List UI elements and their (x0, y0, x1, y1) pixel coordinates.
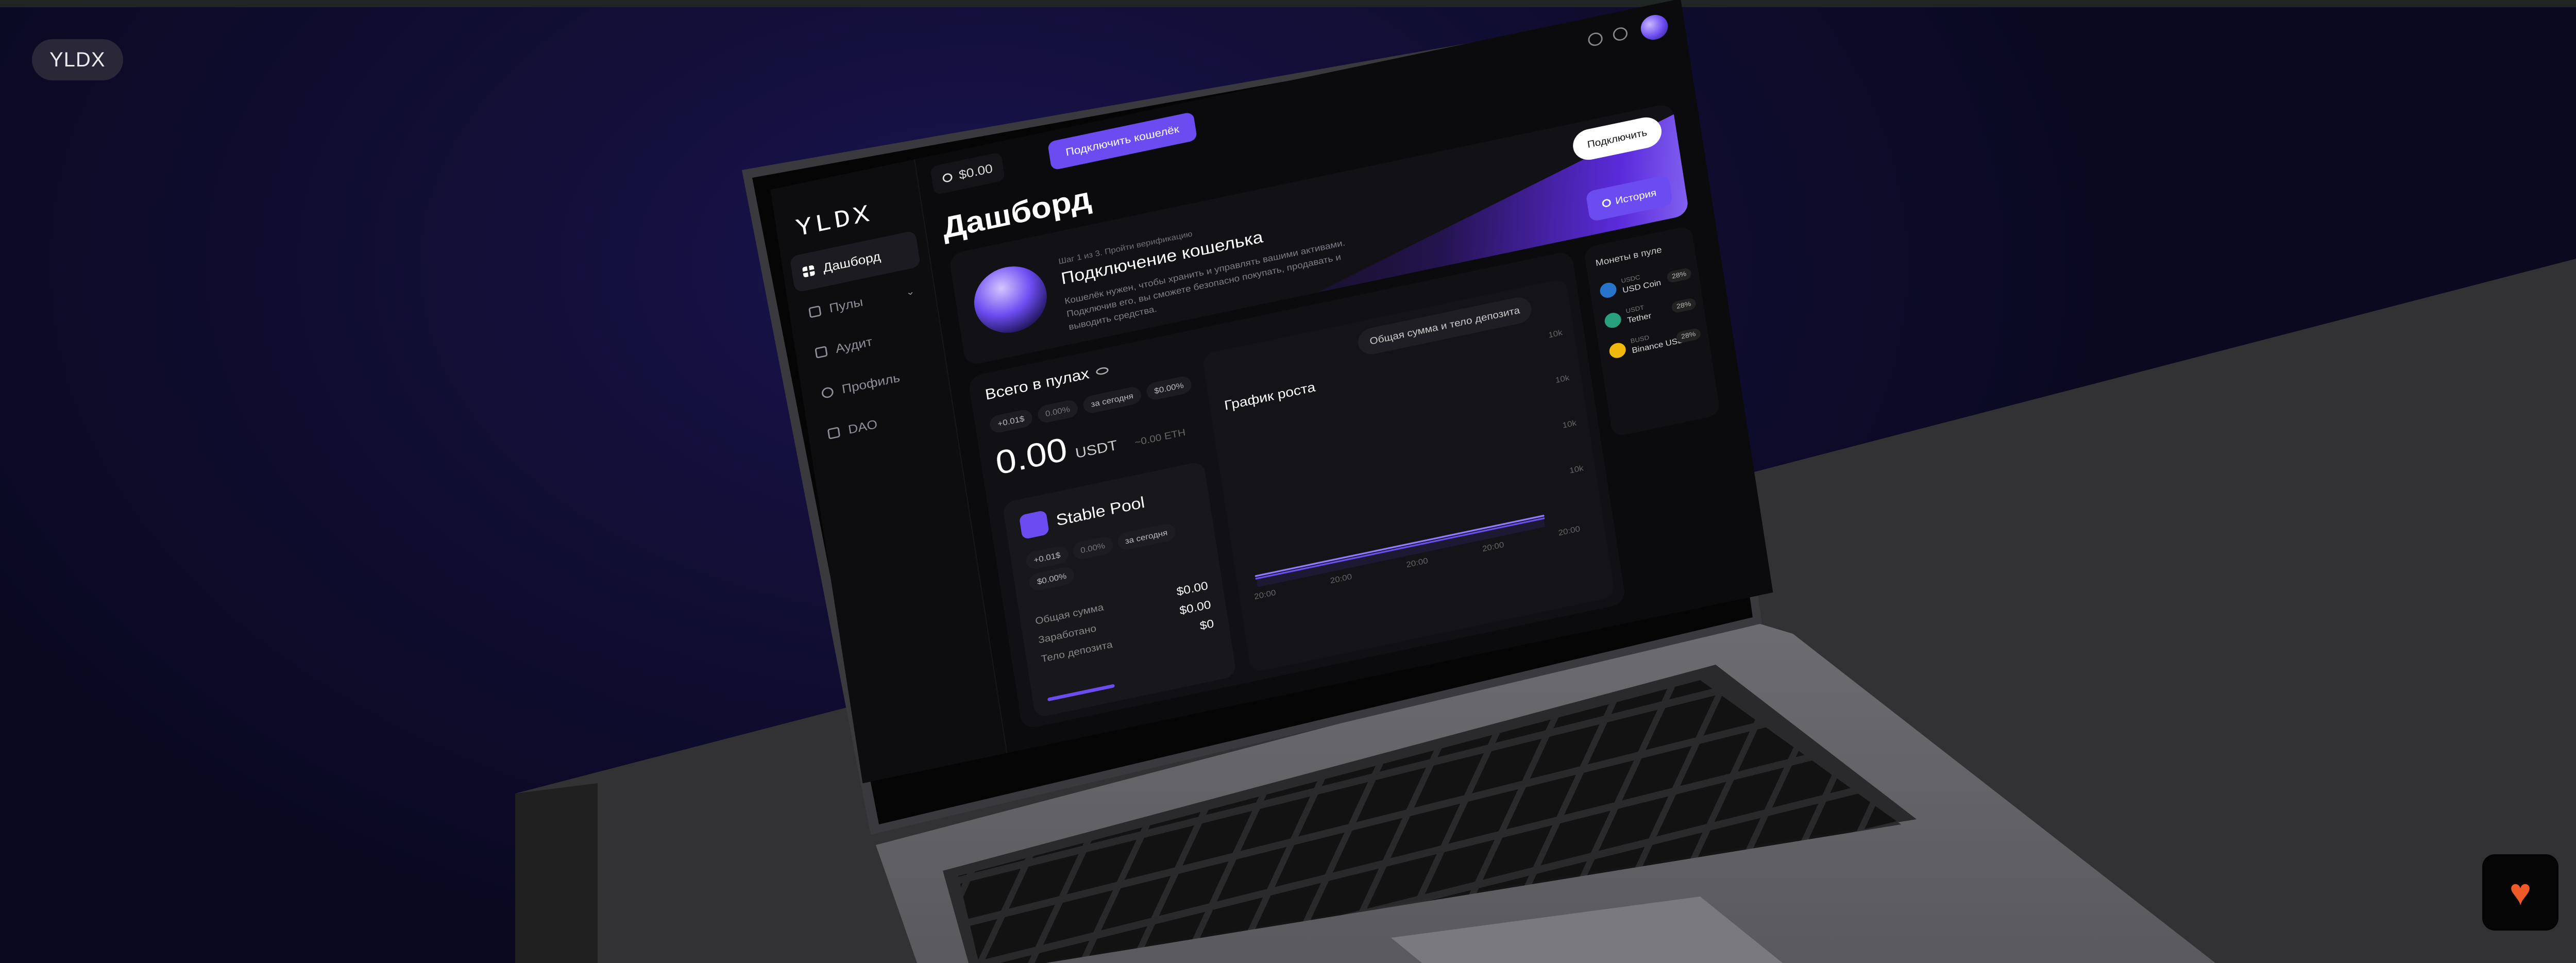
layers-icon (808, 305, 822, 318)
stable-pool-icon (1019, 510, 1049, 540)
busd-icon (1608, 341, 1627, 360)
top-strip (0, 0, 2576, 7)
pool-coins-card: Монеты в пуле USDC USD Coin 28% USDT Tet… (1583, 225, 1721, 437)
sidebar-item-label: Пулы (828, 295, 864, 315)
avatar[interactable] (1639, 12, 1670, 42)
clock-icon (1601, 198, 1612, 208)
x-tick-label: 20:00 (1405, 556, 1429, 569)
percent-chip: 0.00% (1036, 398, 1079, 425)
x-tick-label: 20:00 (1329, 572, 1353, 585)
value-chip: $0.00% (1028, 565, 1076, 593)
coin-share: 28% (1675, 327, 1702, 344)
growth-chart-card: Общая сумма и тело депозита График роста… (1201, 278, 1616, 673)
coin-share: 28% (1666, 267, 1692, 284)
heart-icon: ♥ (2509, 872, 2532, 913)
stable-pool-title: Stable Pool (1055, 493, 1146, 530)
percent-chip: 0.00% (1071, 535, 1114, 561)
eye-icon[interactable] (1095, 366, 1109, 376)
usdc-icon (1599, 281, 1618, 299)
grid-icon (802, 265, 816, 278)
y-tick-label: 10k (1562, 418, 1578, 430)
period-select[interactable]: за сегодня (1082, 385, 1143, 415)
like-button[interactable]: ♥ (2482, 854, 2558, 931)
doc-icon (827, 427, 841, 440)
app-logo: YLDX (794, 199, 874, 244)
y-axis: 10k 10k 10k 10k (1548, 328, 1584, 476)
change-chip: +0.01$ (989, 408, 1033, 434)
y-tick-label: 10k (1569, 463, 1584, 475)
stable-pool-progress (1047, 684, 1115, 702)
settings-icon[interactable] (1587, 31, 1604, 47)
brand-pill[interactable]: YLDX (32, 39, 123, 80)
coin-share: 28% (1671, 297, 1697, 314)
balance-display[interactable]: $0.00 (930, 151, 1006, 195)
total-number: 0.00 (993, 430, 1070, 482)
chevron-down-icon: ⌄ (905, 285, 916, 298)
usdt-icon (1603, 311, 1622, 330)
change-chip: +0.01$ (1025, 544, 1070, 571)
stable-pool-card[interactable]: Stable Pool +0.01$ 0.00% за сегодня $0.0… (1002, 461, 1237, 718)
user-icon (821, 386, 834, 399)
y-tick-label: 10k (1548, 328, 1563, 340)
x-tick-label: 20:00 (1253, 588, 1277, 601)
sidebar-item-label: Аудит (834, 334, 873, 356)
total-eth: ~0.00 ETH (1133, 426, 1187, 448)
stat-value: $0 (1198, 616, 1215, 633)
sidebar-item-label: Дашборд (822, 249, 882, 275)
pools-title-text: Всего в пулах (984, 365, 1091, 403)
wallet-logo-icon (969, 260, 1052, 340)
total-currency: USDT (1074, 437, 1118, 462)
series-area (1256, 518, 1546, 587)
period-select[interactable]: за сегодня (1116, 522, 1177, 552)
y-tick-label: 10k (1554, 373, 1570, 385)
wallet-icon (942, 172, 953, 183)
bell-icon[interactable] (1612, 26, 1629, 42)
x-tick-label: 20:00 (1481, 540, 1505, 553)
audit-icon (815, 346, 828, 359)
value-chip: $0.00% (1145, 375, 1193, 402)
sidebar-item-label: DAO (847, 417, 878, 437)
balance-value: $0.00 (958, 161, 994, 182)
coins-title: Монеты в пуле (1595, 245, 1663, 268)
x-tick-label: 20:00 (1557, 524, 1581, 537)
sidebar-item-label: Профиль (841, 370, 901, 396)
chart-series-select[interactable]: Общая сумма и тело депозита (1356, 295, 1534, 357)
stable-pool-stats: Общая сумма $0.00 Заработано $0.00 Тело … (1034, 576, 1215, 668)
